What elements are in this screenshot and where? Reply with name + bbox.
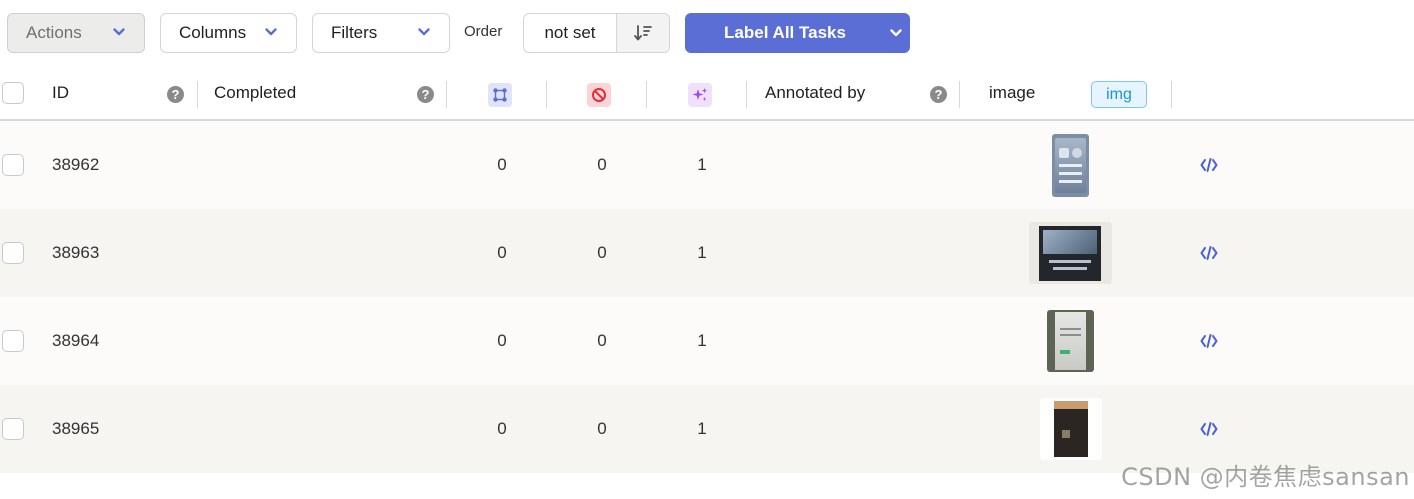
column-divider[interactable]: [746, 81, 747, 108]
select-all-cell: [2, 67, 24, 119]
task-id: 38962: [52, 155, 100, 174]
table-row[interactable]: 38962 0 0 1: [0, 121, 1414, 209]
annotations-count: 0: [497, 243, 507, 262]
table-header: ID ? Completed ? Annotated by ? image im…: [0, 67, 1414, 121]
column-divider[interactable]: [1171, 81, 1172, 108]
sort-direction-button[interactable]: [617, 14, 669, 52]
cancelled-count: 0: [597, 155, 607, 174]
row-checkbox[interactable]: [2, 418, 24, 440]
column-divider[interactable]: [546, 81, 547, 108]
chevron-down-icon: [113, 28, 125, 36]
table-row[interactable]: 38963 0 0 1: [0, 209, 1414, 297]
column-header-id[interactable]: ID: [52, 67, 69, 119]
row-select-cell: [2, 297, 24, 385]
code-view-icon[interactable]: [1200, 245, 1218, 261]
predictions-count-icon[interactable]: [688, 83, 712, 107]
predictions-count: 1: [697, 243, 707, 262]
task-image-thumbnail[interactable]: [1052, 134, 1089, 197]
order-select[interactable]: not set: [524, 14, 617, 52]
task-image-thumbnail[interactable]: [1029, 222, 1112, 284]
column-header-completed[interactable]: Completed: [214, 67, 296, 119]
predictions-count: 1: [697, 331, 707, 350]
chevron-down-icon: [890, 29, 902, 37]
watermark: CSDN @内卷焦虑sansan: [1121, 463, 1410, 491]
label-all-tasks-button[interactable]: Label All Tasks: [685, 13, 910, 53]
table-row[interactable]: 38964 0 0 1: [0, 297, 1414, 385]
annotations-count-icon-glyph: [493, 88, 507, 102]
select-all-checkbox[interactable]: [2, 82, 24, 104]
filters-button[interactable]: Filters: [312, 13, 450, 53]
row-checkbox[interactable]: [2, 154, 24, 176]
chevron-down-icon: [265, 28, 277, 36]
predictions-count: 1: [697, 419, 707, 438]
cancelled-count: 0: [597, 243, 607, 262]
column-divider[interactable]: [197, 81, 198, 108]
task-image-thumbnail[interactable]: [1040, 398, 1102, 460]
predictions-count: 1: [697, 155, 707, 174]
sparkles-icon: [692, 88, 708, 101]
task-id: 38965: [52, 419, 100, 438]
annotations-count: 0: [497, 419, 507, 438]
image-type-badge: img: [1091, 81, 1147, 108]
chevron-down-icon: [418, 28, 430, 36]
code-view-icon[interactable]: [1200, 157, 1218, 173]
actions-button[interactable]: Actions: [7, 13, 145, 53]
cancelled-count: 0: [597, 331, 607, 350]
row-select-cell: [2, 385, 24, 473]
task-id: 38963: [52, 243, 100, 262]
annotations-count-icon[interactable]: [488, 83, 512, 107]
label-all-tasks-label: Label All Tasks: [724, 23, 846, 42]
row-select-cell: [2, 209, 24, 297]
task-id: 38964: [52, 331, 100, 350]
tasks-table: ID ? Completed ? Annotated by ? image im…: [0, 67, 1414, 473]
toolbar: Actions Columns Filters Order not set La…: [0, 0, 1414, 66]
row-checkbox[interactable]: [2, 242, 24, 264]
order-label: Order: [464, 23, 503, 40]
columns-button-label: Columns: [179, 23, 247, 42]
cancelled-count-icon-glyph: [592, 88, 606, 102]
actions-button-label: Actions: [26, 23, 82, 42]
filters-button-label: Filters: [331, 23, 378, 42]
order-control: not set: [523, 13, 670, 53]
code-view-icon[interactable]: [1200, 333, 1218, 349]
columns-button[interactable]: Columns: [160, 13, 297, 53]
help-icon[interactable]: ?: [167, 86, 184, 103]
cancelled-count-icon[interactable]: [587, 83, 611, 107]
help-icon[interactable]: ?: [417, 86, 434, 103]
row-select-cell: [2, 121, 24, 209]
label-all-tasks-dropdown[interactable]: [882, 13, 910, 53]
sort-descending-icon: [634, 25, 652, 41]
annotations-count: 0: [497, 155, 507, 174]
column-header-annotated-by[interactable]: Annotated by: [765, 67, 865, 119]
code-view-icon[interactable]: [1200, 421, 1218, 437]
row-checkbox[interactable]: [2, 330, 24, 352]
help-icon[interactable]: ?: [930, 86, 947, 103]
column-divider[interactable]: [446, 81, 447, 108]
cancelled-count: 0: [597, 419, 607, 438]
column-divider[interactable]: [646, 81, 647, 108]
column-divider[interactable]: [959, 81, 960, 108]
column-header-image[interactable]: image: [989, 67, 1035, 119]
task-image-thumbnail[interactable]: [1047, 310, 1094, 372]
annotations-count: 0: [497, 331, 507, 350]
